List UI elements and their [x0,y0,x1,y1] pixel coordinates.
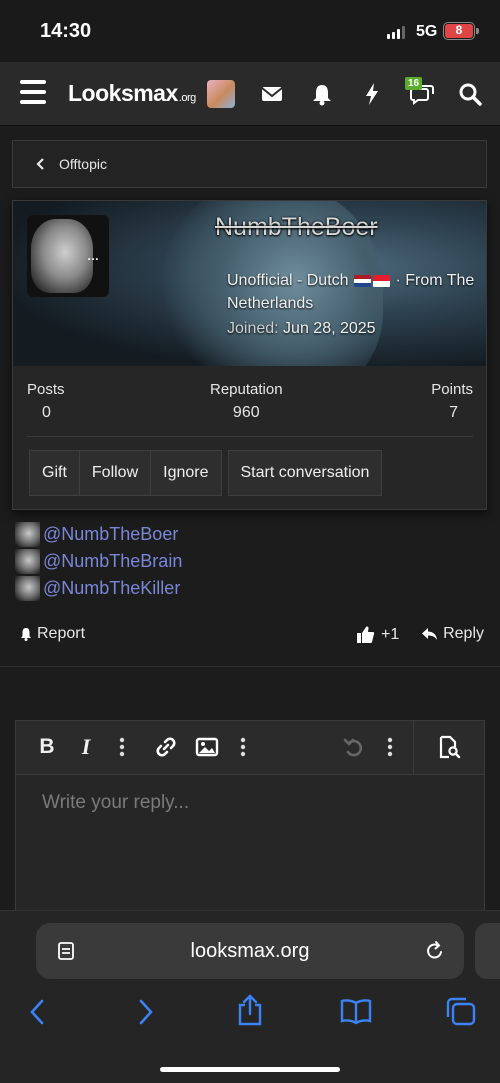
breadcrumb[interactable]: Offtopic [12,140,487,188]
mention-link[interactable]: @NumbTheBoer [15,521,182,548]
follow-button[interactable]: Follow [80,451,152,495]
joined-label: Joined: [227,320,279,337]
more-options-icon[interactable] [230,734,256,760]
stat-posts[interactable]: Posts 0 [27,381,65,422]
site-header: Looksmax.org [0,62,500,126]
share-icon[interactable] [235,993,265,1027]
profile-user-title: Unofficial - Dutch · From The Netherland… [227,269,477,315]
user-title-text: Unofficial - Dutch [227,272,349,289]
italic-button[interactable]: I [73,734,99,760]
address-bar[interactable]: looksmax.org [36,923,464,979]
home-indicator [160,1067,340,1072]
like-count: +1 [381,625,400,643]
bell-icon [21,628,31,641]
preview-icon[interactable] [436,734,462,760]
mention-avatar [15,522,40,547]
reload-icon[interactable] [424,939,446,963]
network-type: 5G [416,23,438,40]
mention-link[interactable]: @NumbTheBrain [15,548,182,575]
avatar-more-icon: … [87,249,99,263]
divider [0,666,500,667]
image-icon[interactable] [194,734,220,760]
site-logo[interactable]: Looksmax.org [68,80,196,107]
stat-points-value: 7 [449,404,458,421]
mention-text: @NumbTheBrain [43,551,183,571]
red-white-flag-icon [372,274,390,287]
action-group: Gift Follow Ignore [29,450,222,496]
avatar-image [31,219,93,293]
logo-text: Looksmax [68,80,178,106]
breadcrumb-label: Offtopic [59,156,107,172]
browser-toolbar: looksmax.org [0,910,500,1083]
signal-icon [387,26,405,39]
stat-points[interactable]: Points 7 [431,381,473,422]
stat-posts-value: 0 [42,404,51,421]
more-options-icon[interactable] [109,734,135,760]
battery-icon: 8 [443,22,479,40]
search-icon[interactable] [456,80,484,108]
netherlands-flag-icon [353,274,371,287]
back-icon[interactable] [26,997,50,1027]
toolbar-divider [413,721,414,775]
chat-badge: 16 [405,77,423,90]
report-label: Report [37,625,86,642]
profile-avatar[interactable]: … [27,215,109,297]
mention-text: @NumbTheBoer [43,524,179,544]
reply-input[interactable]: Write your reply... [42,792,189,814]
stat-reputation: Reputation 960 [210,381,283,422]
stat-posts-label: Posts [27,381,65,398]
menu-icon[interactable] [20,80,46,104]
ignore-button[interactable]: Ignore [151,451,220,495]
profile-actions: Gift Follow Ignore Start conversation [29,450,383,496]
editor-toolbar: B I [16,721,484,775]
reply-editor: B I Write your reply... [15,720,485,920]
logo-suffix: .org [178,92,196,104]
mail-icon[interactable] [258,80,286,108]
bold-button[interactable]: B [34,734,60,760]
profile-joined: Joined: Jun 28, 2025 [227,320,376,338]
mention-avatar [15,576,40,601]
url-text: looksmax.org [190,940,310,962]
bell-icon[interactable] [308,80,336,108]
user-avatar[interactable] [207,80,235,108]
conversation-group: Start conversation [227,450,383,496]
bolt-icon[interactable] [358,80,386,108]
mention-link[interactable]: @NumbTheKiller [15,575,182,602]
status-bar: 14:30 5G 8 [0,0,500,62]
reply-button[interactable]: Reply [421,625,484,643]
undo-icon[interactable] [341,734,367,760]
stat-reputation-value: 960 [232,404,260,421]
forward-icon[interactable] [133,997,157,1027]
battery-level: 8 [445,24,473,38]
next-tab-preview[interactable] [475,923,500,979]
like-button[interactable]: +1 [356,625,399,644]
profile-stats: Posts 0 Reputation 960 Points 7 [27,381,473,437]
post-mentions: @NumbTheBoer @NumbTheBrain @NumbTheKille… [15,521,182,602]
chevron-left-icon [36,158,44,170]
stat-points-label: Points [431,381,473,398]
profile-username[interactable]: NumbTheBoer [215,213,378,242]
reply-label: Reply [443,625,484,642]
stat-reputation-label: Reputation [210,381,283,398]
post-footer: Report +1 Reply [18,622,484,648]
tabs-icon[interactable] [444,995,478,1027]
report-button[interactable]: Report [18,625,85,643]
bookmarks-icon[interactable] [339,997,373,1025]
joined-date: Jun 28, 2025 [283,320,376,337]
gift-button[interactable]: Gift [30,451,80,495]
member-tooltip-card: … NumbTheBoer Unofficial - Dutch · From … [12,200,487,510]
mention-avatar [15,549,40,574]
mention-text: @NumbTheKiller [43,578,181,598]
start-conversation-button[interactable]: Start conversation [229,451,382,495]
status-time: 14:30 [40,20,92,42]
profile-banner: … NumbTheBoer Unofficial - Dutch · From … [13,201,486,366]
reply-icon [422,628,438,640]
more-options-icon[interactable] [377,734,403,760]
link-icon[interactable] [153,734,179,760]
thumbs-up-icon [357,626,375,643]
